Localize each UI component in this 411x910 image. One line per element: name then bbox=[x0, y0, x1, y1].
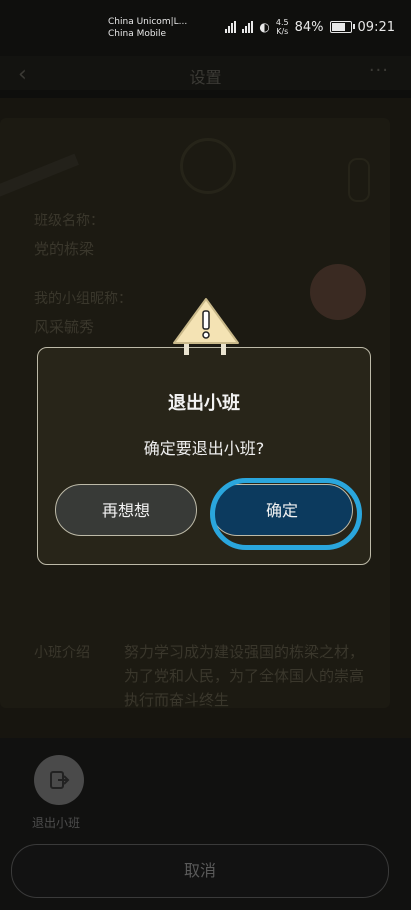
paperclip-decoration bbox=[348, 158, 370, 202]
status-icons: ◐ 4.5 K/s 84% 09:21 bbox=[225, 18, 395, 36]
signal-icon bbox=[225, 21, 237, 33]
intro-text: 努力学习成为建设强国的栋梁之材，为了党和人民，为了全体国人的崇高执行而奋斗终生 bbox=[124, 643, 365, 709]
battery-icon bbox=[329, 21, 355, 33]
dialog-title: 退出小班 bbox=[168, 393, 240, 414]
header: ‹ 设置 ··· bbox=[0, 56, 411, 90]
group-nickname-label: 我的小组昵称： bbox=[34, 291, 132, 307]
think-again-button[interactable]: 再想想 bbox=[55, 484, 197, 536]
carrier-1: China Unicom|L... bbox=[108, 17, 188, 27]
exit-class-button[interactable] bbox=[34, 755, 84, 805]
more-icon[interactable]: ··· bbox=[369, 60, 389, 81]
warning-icon bbox=[173, 298, 239, 355]
page-title: 设置 bbox=[189, 68, 222, 87]
carrier-2: China Mobile bbox=[108, 29, 167, 39]
avatar[interactable] bbox=[310, 264, 366, 320]
wifi-icon: ◐ bbox=[259, 20, 270, 34]
class-name-label: 班级名称： bbox=[34, 213, 104, 229]
signal-icon bbox=[242, 21, 254, 33]
carrier-info: China Unicom|L... China Mobile bbox=[108, 16, 187, 40]
battery-percent: 84% bbox=[294, 19, 324, 35]
clock: 09:21 bbox=[357, 19, 395, 35]
sheet-cancel-button[interactable]: 取消 bbox=[11, 844, 389, 898]
bottom-sheet: 退出小班 取消 bbox=[0, 738, 411, 910]
intro-label: 小班介绍 bbox=[34, 645, 90, 661]
exit-icon bbox=[50, 771, 70, 789]
dialog-message: 确定要退出小班? bbox=[143, 439, 265, 458]
group-nickname-value[interactable]: 风采毓秀 bbox=[34, 316, 94, 337]
net-speed: 4.5 K/s bbox=[275, 18, 289, 36]
confirm-highlight-ring bbox=[210, 478, 362, 550]
exit-class-label: 退出小班 bbox=[32, 816, 81, 830]
class-name-value: 党的栋梁 bbox=[34, 240, 95, 258]
ring-decoration bbox=[180, 138, 236, 194]
status-bar: China Unicom|L... China Mobile ◐ 4.5 K/s… bbox=[0, 0, 411, 56]
pencil-decoration bbox=[0, 153, 79, 199]
